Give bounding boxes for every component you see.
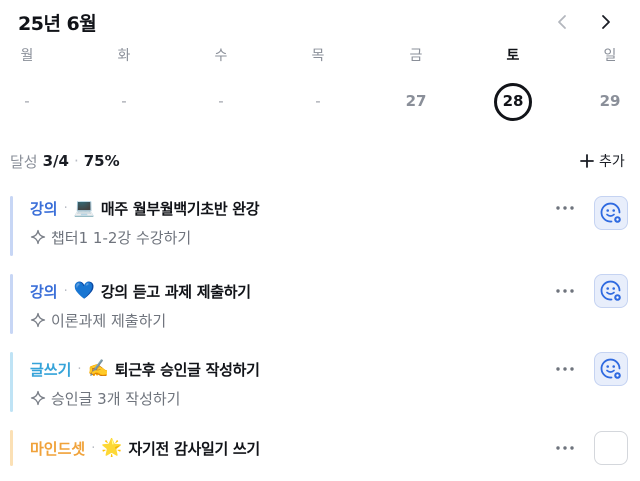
task-item[interactable]: 강의 · 💻 매주 월부월백기초반 완강 챕터1 1-2강 수강하기 xyxy=(10,196,630,256)
achievement-percent: 75% xyxy=(83,152,120,170)
day-column-mon[interactable]: 월 - xyxy=(0,44,57,120)
complete-checkbox[interactable] xyxy=(594,274,628,308)
weekday-label: 토 xyxy=(506,48,520,64)
separator-dot: · xyxy=(73,152,79,170)
achievement-summary: 달성 3/4 · 75% xyxy=(10,150,120,172)
smiley-check-icon xyxy=(600,280,621,301)
month-title: 25년 6월 xyxy=(18,12,97,35)
chevron-left-icon[interactable] xyxy=(550,10,574,34)
more-options-icon[interactable] xyxy=(553,359,577,379)
achievement-count: 3/4 xyxy=(42,152,69,170)
task-subtitle: 챕터1 1-2강 수강하기 xyxy=(51,228,192,247)
add-button-label: 추가 xyxy=(599,154,625,170)
weekday-label: 화 xyxy=(117,48,131,64)
more-options-icon[interactable] xyxy=(553,198,577,218)
category-bar xyxy=(10,430,13,466)
weekday-label: 일 xyxy=(603,48,617,64)
task-subtitle: 승인글 3개 작성하기 xyxy=(51,389,181,408)
task-title: 퇴근후 승인글 작성하기 xyxy=(114,360,260,379)
task-subtitle: 이론과제 제출하기 xyxy=(51,311,167,330)
chevron-right-icon[interactable] xyxy=(594,10,618,34)
weekday-label: 금 xyxy=(409,48,423,64)
day-column-sat[interactable]: 토 28 xyxy=(483,44,543,121)
task-emoji: 💻 xyxy=(73,198,95,218)
task-item[interactable]: 강의 · 💙 강의 듣고 과제 제출하기 이론과제 제출하기 xyxy=(10,274,630,334)
smiley-check-icon xyxy=(600,202,621,223)
more-options-icon[interactable] xyxy=(553,438,577,458)
week-strip: 월 - 화 - 수 - 목 - 금 27 토 28 일 29 xyxy=(0,44,640,124)
complete-checkbox[interactable] xyxy=(594,196,628,230)
day-column-sun[interactable]: 일 29 xyxy=(580,44,640,120)
complete-checkbox[interactable] xyxy=(594,352,628,386)
category-bar xyxy=(10,352,13,412)
day-column-wed[interactable]: 수 - xyxy=(191,44,251,120)
date-label: 29 xyxy=(599,92,621,110)
achievement-label: 달성 xyxy=(10,152,38,171)
plus-icon xyxy=(580,154,594,168)
weekday-label: 월 xyxy=(20,48,34,64)
weekday-label: 수 xyxy=(214,48,228,64)
separator-dot: · xyxy=(63,283,68,299)
sparkle-icon xyxy=(30,312,46,328)
task-item[interactable]: 마인드셋 · 🌟 자기전 감사일기 쓰기 xyxy=(10,430,630,466)
separator-dot: · xyxy=(63,200,68,216)
task-emoji: 💙 xyxy=(73,281,95,301)
day-column-fri[interactable]: 금 27 xyxy=(386,44,446,120)
complete-checkbox[interactable] xyxy=(594,431,628,465)
date-label: - xyxy=(218,92,224,110)
sparkle-icon xyxy=(30,390,46,406)
task-item[interactable]: 글쓰기 · ✍️ 퇴근후 승인글 작성하기 승인글 3개 작성하기 xyxy=(10,352,630,412)
category-bar xyxy=(10,196,13,256)
task-title: 강의 듣고 과제 제출하기 xyxy=(100,282,251,301)
selected-date[interactable]: 28 xyxy=(494,83,532,121)
task-category: 글쓰기 xyxy=(30,360,72,379)
calendar-header: 25년 6월 xyxy=(18,8,97,36)
task-emoji: 🌟 xyxy=(101,438,123,458)
add-button[interactable]: 추가 xyxy=(580,150,625,172)
day-column-tue[interactable]: 화 - xyxy=(94,44,154,120)
category-bar xyxy=(10,274,13,334)
date-label: - xyxy=(315,92,321,110)
task-category: 강의 xyxy=(30,199,58,218)
task-title: 매주 월부월백기초반 완강 xyxy=(100,199,260,218)
more-options-icon[interactable] xyxy=(553,281,577,301)
task-category: 마인드셋 xyxy=(30,439,86,458)
task-category: 강의 xyxy=(30,282,58,301)
day-column-thu[interactable]: 목 - xyxy=(288,44,348,120)
date-label: 27 xyxy=(405,92,427,110)
weekday-label: 목 xyxy=(311,48,325,64)
date-label: - xyxy=(121,92,127,110)
separator-dot: · xyxy=(91,440,96,456)
date-label: - xyxy=(24,92,30,110)
separator-dot: · xyxy=(77,361,82,377)
task-emoji: ✍️ xyxy=(87,359,109,379)
smiley-check-icon xyxy=(600,358,621,379)
task-title: 자기전 감사일기 쓰기 xyxy=(128,439,261,458)
sparkle-icon xyxy=(30,229,46,245)
